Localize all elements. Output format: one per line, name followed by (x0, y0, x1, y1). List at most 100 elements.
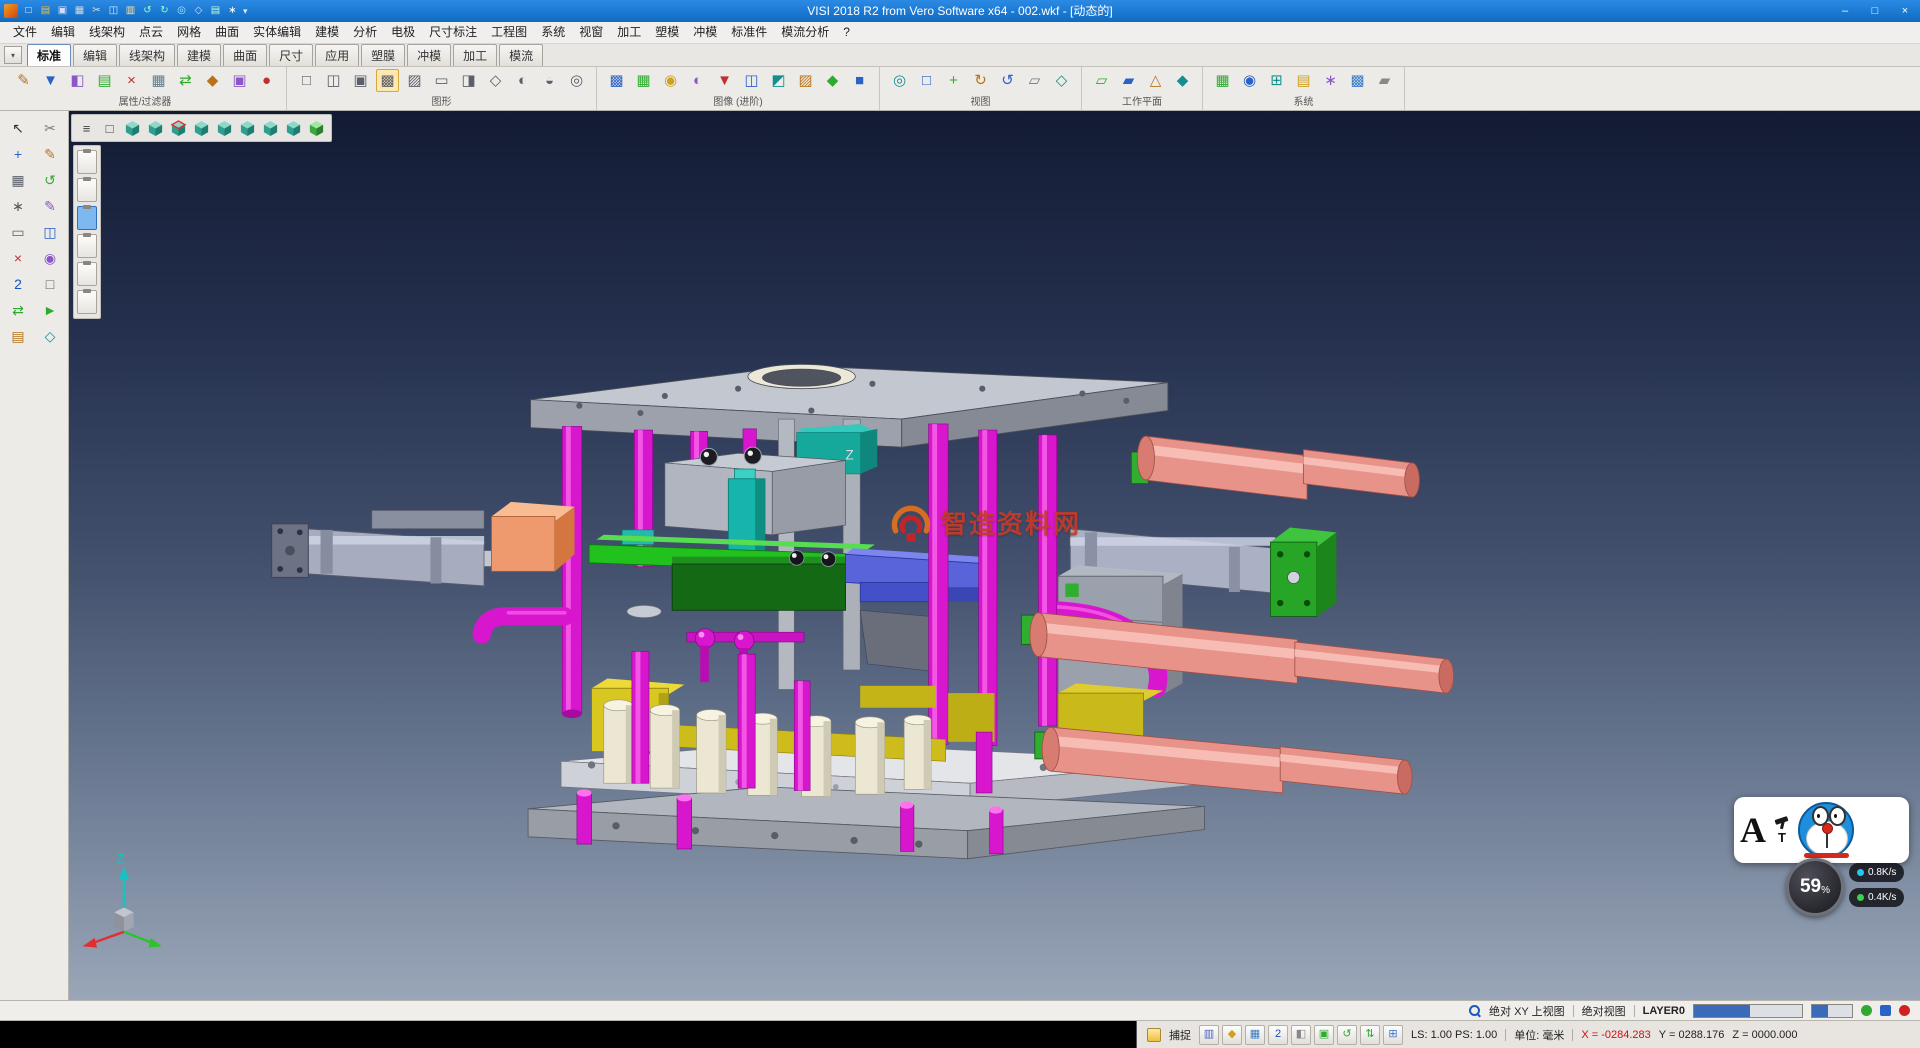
annotate-icon[interactable]: ✎ (38, 195, 62, 217)
tab-4[interactable]: 建模 (177, 44, 221, 66)
cut-icon[interactable]: ✂ (89, 4, 104, 19)
filter-icon[interactable]: ▼ (39, 69, 62, 92)
menu-item-11[interactable]: 尺寸标注 (422, 22, 484, 43)
material-icon[interactable]: ▨ (794, 69, 817, 92)
menu-item-17[interactable]: 冲模 (686, 22, 724, 43)
menu-item-7[interactable]: 实体编辑 (246, 22, 308, 43)
tray-film-icon[interactable]: ▦ (1245, 1025, 1265, 1045)
viewport-3d[interactable]: Z Z ≡□ (69, 111, 1920, 1000)
texture-icon[interactable]: ▦ (632, 69, 655, 92)
tray-updown-icon[interactable]: ⇅ (1360, 1025, 1380, 1045)
zoom-extents-icon[interactable]: ◎ (888, 69, 911, 92)
tab-6[interactable]: 尺寸 (269, 44, 313, 66)
workplane-xy-icon[interactable]: ▱ (1090, 69, 1113, 92)
workplane-normal-icon[interactable]: ◆ (1171, 69, 1194, 92)
tab-1[interactable]: 标准 (27, 44, 71, 66)
box-icon[interactable]: □ (38, 273, 62, 295)
grid-icon[interactable]: ▦ (6, 169, 30, 191)
workplane-face-icon[interactable]: ▰ (1117, 69, 1140, 92)
zoom-window-icon[interactable]: □ (915, 69, 938, 92)
cylinder-display-icon[interactable]: ▭ (430, 69, 453, 92)
clipboard-slot-6-icon[interactable] (77, 290, 97, 314)
snap-settings-icon[interactable]: ∗ (1319, 69, 1342, 92)
quick-access-dropdown-icon[interactable]: ▾ (243, 6, 248, 17)
rotate-view-icon[interactable]: ↻ (969, 69, 992, 92)
tab-3[interactable]: 线架构 (119, 44, 175, 66)
undo-icon[interactable]: ↺ (140, 4, 155, 19)
clipboard-slot-1-icon[interactable] (77, 150, 97, 174)
absolute-view-label[interactable]: 绝对视图 (1582, 1003, 1626, 1019)
redo-icon[interactable]: ↻ (157, 4, 172, 19)
mirror-icon[interactable]: ◫ (38, 221, 62, 243)
view-mode-label[interactable]: 绝对 XY 上视图 (1489, 1003, 1565, 1019)
menu-item-5[interactable]: 网格 (170, 22, 208, 43)
color-table-icon[interactable]: ▦ (1211, 69, 1234, 92)
menu-item-20[interactable]: ? (836, 22, 857, 43)
color-filter-icon[interactable]: ◧ (66, 69, 89, 92)
target-icon[interactable]: ◉ (38, 247, 62, 269)
attribute-table-icon[interactable]: ▤ (1292, 69, 1315, 92)
view-cube-icon-3[interactable] (168, 118, 189, 139)
wireframe-icon[interactable]: □ (295, 69, 318, 92)
menu-item-18[interactable]: 标准件 (724, 22, 774, 43)
play-icon[interactable]: ► (38, 299, 62, 321)
clip-plane-icon[interactable]: ◩ (767, 69, 790, 92)
draft-shade-icon[interactable]: ◐ (511, 69, 534, 92)
erase-icon[interactable]: × (6, 247, 30, 269)
options-icon[interactable]: ∗ (225, 4, 240, 19)
view-cube-icon-6[interactable] (237, 118, 258, 139)
status-green-icon[interactable] (1861, 1005, 1872, 1016)
menu-item-9[interactable]: 分析 (346, 22, 384, 43)
highlight-icon[interactable]: ● (255, 69, 278, 92)
plane-icon[interactable]: ▭ (6, 221, 30, 243)
pan-icon[interactable]: + (942, 69, 965, 92)
move-icon[interactable]: + (6, 143, 30, 165)
view-cube-icon-2[interactable] (145, 118, 166, 139)
menu-item-1[interactable]: 文件 (6, 22, 44, 43)
view-cube-icon-8[interactable] (283, 118, 304, 139)
view-cube-icon-1[interactable] (122, 118, 143, 139)
save-icon[interactable]: ▣ (55, 4, 70, 19)
restore-button[interactable]: □ (1860, 0, 1890, 22)
zoom-indicator-icon[interactable] (1469, 1005, 1481, 1017)
tab-10[interactable]: 加工 (453, 44, 497, 66)
swap-icon[interactable]: ⇄ (6, 299, 30, 321)
isometric-view-icon[interactable]: ◇ (1050, 69, 1073, 92)
section-display-icon[interactable]: ◨ (457, 69, 480, 92)
layer-color-bar[interactable] (1693, 1004, 1803, 1018)
menu-item-12[interactable]: 工程图 (484, 22, 534, 43)
clipboard-slot-5-icon[interactable] (77, 262, 97, 286)
clipboard-slot-2-icon[interactable] (77, 178, 97, 202)
status-blue-icon[interactable] (1880, 1005, 1891, 1016)
grid-icon[interactable]: ⊞ (1265, 69, 1288, 92)
menu-item-14[interactable]: 视窗 (572, 22, 610, 43)
menu-item-3[interactable]: 线架构 (82, 22, 132, 43)
active-layer-label[interactable]: LAYER0 (1643, 1005, 1685, 1017)
split-view-icon[interactable]: ◫ (740, 69, 763, 92)
menu-item-13[interactable]: 系统 (534, 22, 572, 43)
menu-item-16[interactable]: 塑模 (648, 22, 686, 43)
close-button[interactable]: × (1890, 0, 1920, 22)
tray-star-icon[interactable]: ◆ (1222, 1025, 1242, 1045)
zoom-all-icon[interactable]: ◎ (174, 4, 189, 19)
reflection-lines-icon[interactable]: ◎ (565, 69, 588, 92)
menu-item-4[interactable]: 点云 (132, 22, 170, 43)
diamond-icon[interactable]: ◇ (38, 325, 62, 347)
layers-icon[interactable]: ▤ (208, 4, 223, 19)
tab-2[interactable]: 编辑 (73, 44, 117, 66)
tab-7[interactable]: 应用 (315, 44, 359, 66)
remove-filter-icon[interactable]: × (120, 69, 143, 92)
shadow-icon[interactable]: ◐ (686, 69, 709, 92)
snap-toggle-label[interactable]: 捕捉 (1169, 1027, 1191, 1043)
menu-item-15[interactable]: 加工 (610, 22, 648, 43)
view-cube-icon-7[interactable] (260, 118, 281, 139)
list-icon[interactable]: ▤ (6, 325, 30, 347)
tray-refresh-icon[interactable]: ↺ (1337, 1025, 1357, 1045)
settings-icon[interactable]: ∗ (6, 195, 30, 217)
tray-layer2-icon[interactable]: 2 (1268, 1025, 1288, 1045)
world-icon[interactable]: ◉ (1238, 69, 1261, 92)
minimize-button[interactable]: – (1830, 0, 1860, 22)
viewbar-plane-icon[interactable]: □ (99, 118, 120, 139)
shaded-edges-icon[interactable]: ▩ (376, 69, 399, 92)
swap-selection-icon[interactable]: ⇄ (174, 69, 197, 92)
